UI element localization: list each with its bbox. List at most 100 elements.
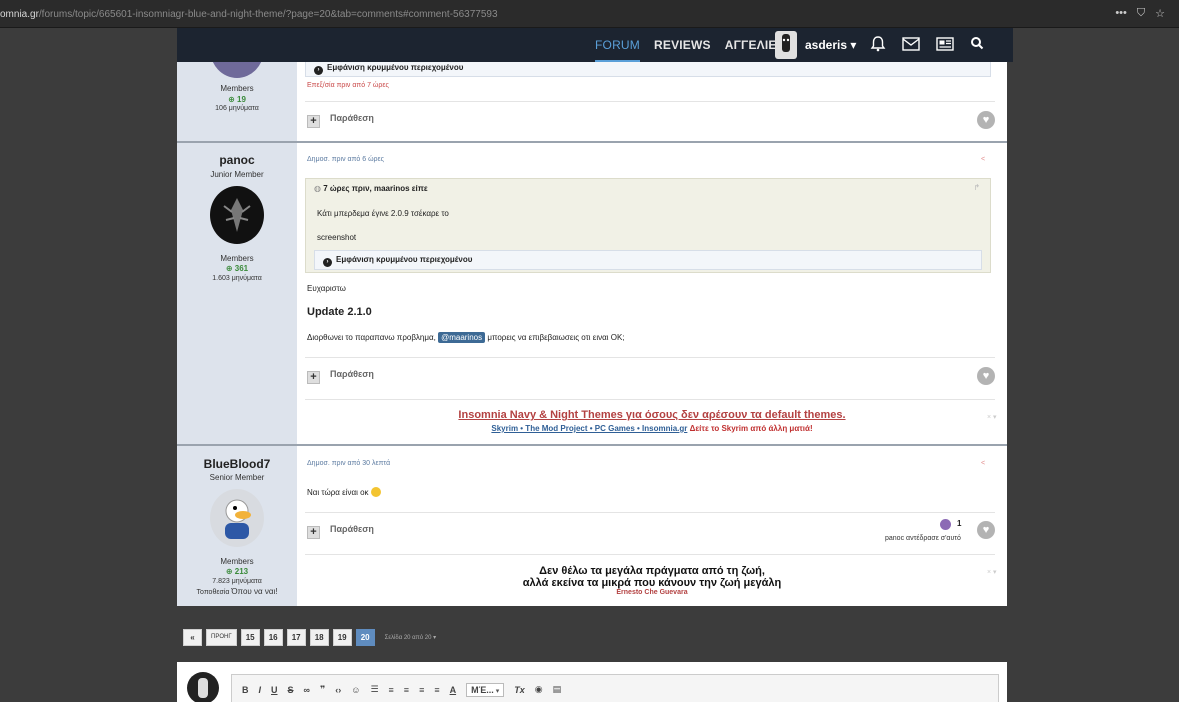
jump-to-quote-icon[interactable]: ↱: [973, 183, 980, 192]
page-button-15[interactable]: 15: [240, 629, 260, 646]
prev-page-button[interactable]: ΠΡΟΗΓ: [206, 629, 237, 646]
page-button-19[interactable]: 19: [332, 629, 352, 646]
quote-button[interactable]: + Παράθεση: [307, 369, 374, 384]
hide-signature-icon[interactable]: × ▾: [987, 568, 997, 576]
share-icon[interactable]: <: [981, 156, 985, 163]
page-button-18[interactable]: 18: [309, 629, 329, 646]
url-text[interactable]: omnia.gr/forums/topic/665601-insomniagr-…: [0, 9, 498, 20]
bullet-list-icon[interactable]: ☰: [370, 684, 378, 695]
numbered-list-icon[interactable]: ≡: [389, 685, 394, 695]
url-host: omnia.gr: [0, 9, 39, 20]
share-icon[interactable]: <: [981, 460, 985, 467]
align-right-icon[interactable]: ≡: [434, 685, 439, 695]
emoji-icon[interactable]: ☺: [351, 685, 360, 695]
browser-url-bar[interactable]: omnia.gr/forums/topic/665601-insomniagr-…: [0, 0, 1179, 28]
divider: [305, 399, 995, 400]
link-icon[interactable]: ∞: [304, 685, 310, 695]
page-button-16[interactable]: 16: [263, 629, 283, 646]
post-text: Ναι τώρα είναι οκ: [307, 487, 381, 497]
first-page-button[interactable]: «: [183, 629, 202, 646]
reaction-count[interactable]: 1: [957, 519, 961, 528]
avatar: [187, 672, 219, 702]
plus-icon: +: [307, 526, 320, 539]
reaction-text[interactable]: panoc αντέδρασε σ'αυτό: [885, 535, 961, 542]
align-center-icon[interactable]: ≡: [419, 685, 424, 695]
post-text-part: Διορθωνει το παραπανω προβλημα,: [307, 333, 436, 342]
chevron-right-icon: ›: [314, 66, 323, 75]
heart-icon[interactable]: ♥: [977, 111, 995, 129]
quote-button[interactable]: + Παράθεση: [307, 113, 374, 128]
bold-icon[interactable]: B: [242, 685, 249, 695]
heart-icon[interactable]: ♥: [977, 521, 995, 539]
post-date[interactable]: Δημοσ. πριν από 6 ώρες: [307, 156, 384, 163]
plus-icon: +: [307, 115, 320, 128]
strikethrough-icon[interactable]: S: [288, 685, 294, 695]
url-path: /forums/topic/665601-insomniagr-blue-and…: [38, 9, 498, 20]
code-icon[interactable]: ‹›: [335, 685, 341, 695]
divider: [305, 554, 995, 555]
quote-label: Παράθεση: [330, 113, 374, 123]
underline-icon[interactable]: U: [271, 685, 278, 695]
reputation-badge: ⊕ 361: [225, 264, 249, 273]
author-location: Τοποθεσία Όπου να ναι!: [177, 587, 297, 596]
author-rank: Senior Member: [209, 473, 265, 482]
search-icon[interactable]: [970, 36, 984, 56]
user-menu[interactable]: asderis ▾: [805, 38, 856, 52]
quote-text: screenshot: [317, 233, 357, 242]
source-icon[interactable]: ▤: [553, 684, 562, 695]
clear-format-icon[interactable]: Tx: [514, 685, 525, 695]
signature-links[interactable]: Skyrim • The Mod Project • PC Games • In…: [491, 424, 687, 433]
nav-link-forum[interactable]: FORUM: [595, 28, 640, 62]
spoiler-label: Εμφάνιση κρυμμένου περιεχομένου: [336, 255, 473, 264]
divider: [305, 512, 995, 513]
page-jump[interactable]: Σελίδα 20 από 20 ▾: [385, 634, 437, 641]
text-color-icon[interactable]: A: [450, 685, 457, 695]
signature-sub: Skyrim • The Mod Project • PC Games • In…: [307, 424, 997, 433]
author-group: Members: [220, 84, 254, 93]
italic-icon[interactable]: I: [259, 685, 262, 695]
editor-toolbar: B I U S ∞ ❞ ‹› ☺ ☰ ≡ ≡ ≡ ≡ A ΜΈ... ▾ Tx …: [231, 674, 999, 702]
signature-tagline[interactable]: Δείτε το Skyrim από άλλη ματιά!: [690, 424, 813, 433]
page-button-20[interactable]: 20: [355, 629, 375, 646]
author-group: Members: [220, 254, 254, 263]
heart-icon[interactable]: ♥: [977, 367, 995, 385]
reputation-count: 213: [234, 567, 249, 576]
user-mention[interactable]: @maarinos: [438, 332, 486, 343]
user-avatar[interactable]: [775, 31, 797, 59]
spoiler-toggle[interactable]: › Εμφάνιση κρυμμένου περιεχομένου: [305, 62, 991, 77]
reputation-count: 19: [237, 95, 246, 104]
author-name[interactable]: panoc: [177, 153, 297, 167]
reaction-icon[interactable]: [940, 519, 951, 530]
author-panel: BlueBlood7 Senior Member Members ⊕ 213 7…: [177, 446, 297, 606]
post-list: Members ⊕ 19 106 μηνύματα › Εμφάνιση κρυμ…: [177, 62, 1007, 606]
post-date[interactable]: Δημοσ. πριν από 30 λεπτά: [307, 460, 390, 467]
avatar[interactable]: [210, 489, 264, 547]
quote-label: Παράθεση: [330, 369, 374, 379]
location-label: Τοποθεσία: [196, 589, 230, 596]
bookmark-star-icon[interactable]: ☆: [1155, 7, 1165, 20]
format-select[interactable]: ΜΈ... ▾: [466, 682, 505, 697]
envelope-icon[interactable]: [902, 36, 920, 56]
collapse-icon[interactable]: ◍: [314, 184, 321, 193]
avatar[interactable]: [210, 62, 264, 78]
pocket-icon[interactable]: ⛉: [1137, 7, 1145, 20]
more-icon[interactable]: •••: [1115, 7, 1127, 20]
quote-icon[interactable]: ❞: [320, 684, 325, 695]
author-panel: panoc Junior Member Members ⊕ 361 1.603 …: [177, 143, 297, 444]
reputation-count: 361: [234, 264, 249, 273]
author-name[interactable]: BlueBlood7: [177, 457, 297, 471]
spoiler-toggle[interactable]: › Εμφάνιση κρυμμένου περιεχομένου: [314, 250, 982, 270]
avatar[interactable]: [210, 186, 264, 244]
bell-icon[interactable]: [870, 36, 886, 56]
page-button-17[interactable]: 17: [286, 629, 306, 646]
preview-icon[interactable]: ◉: [535, 684, 543, 695]
hide-signature-icon[interactable]: × ▾: [987, 413, 997, 421]
plus-icon: +: [307, 371, 320, 384]
signature-link[interactable]: Insomnia Navy & Night Themes για όσους δ…: [307, 409, 997, 421]
nav-link-reviews[interactable]: REVIEWS: [654, 28, 711, 62]
quote-text: Κάτι μπερδεμα έγινε 2.0.9 τσέκαρε το: [317, 209, 449, 218]
align-left-icon[interactable]: ≡: [404, 685, 409, 695]
news-icon[interactable]: [936, 36, 954, 56]
quote-button[interactable]: + Παράθεση: [307, 524, 374, 539]
reply-editor: B I U S ∞ ❞ ‹› ☺ ☰ ≡ ≡ ≡ ≡ A ΜΈ... ▾ Tx …: [177, 662, 1007, 702]
